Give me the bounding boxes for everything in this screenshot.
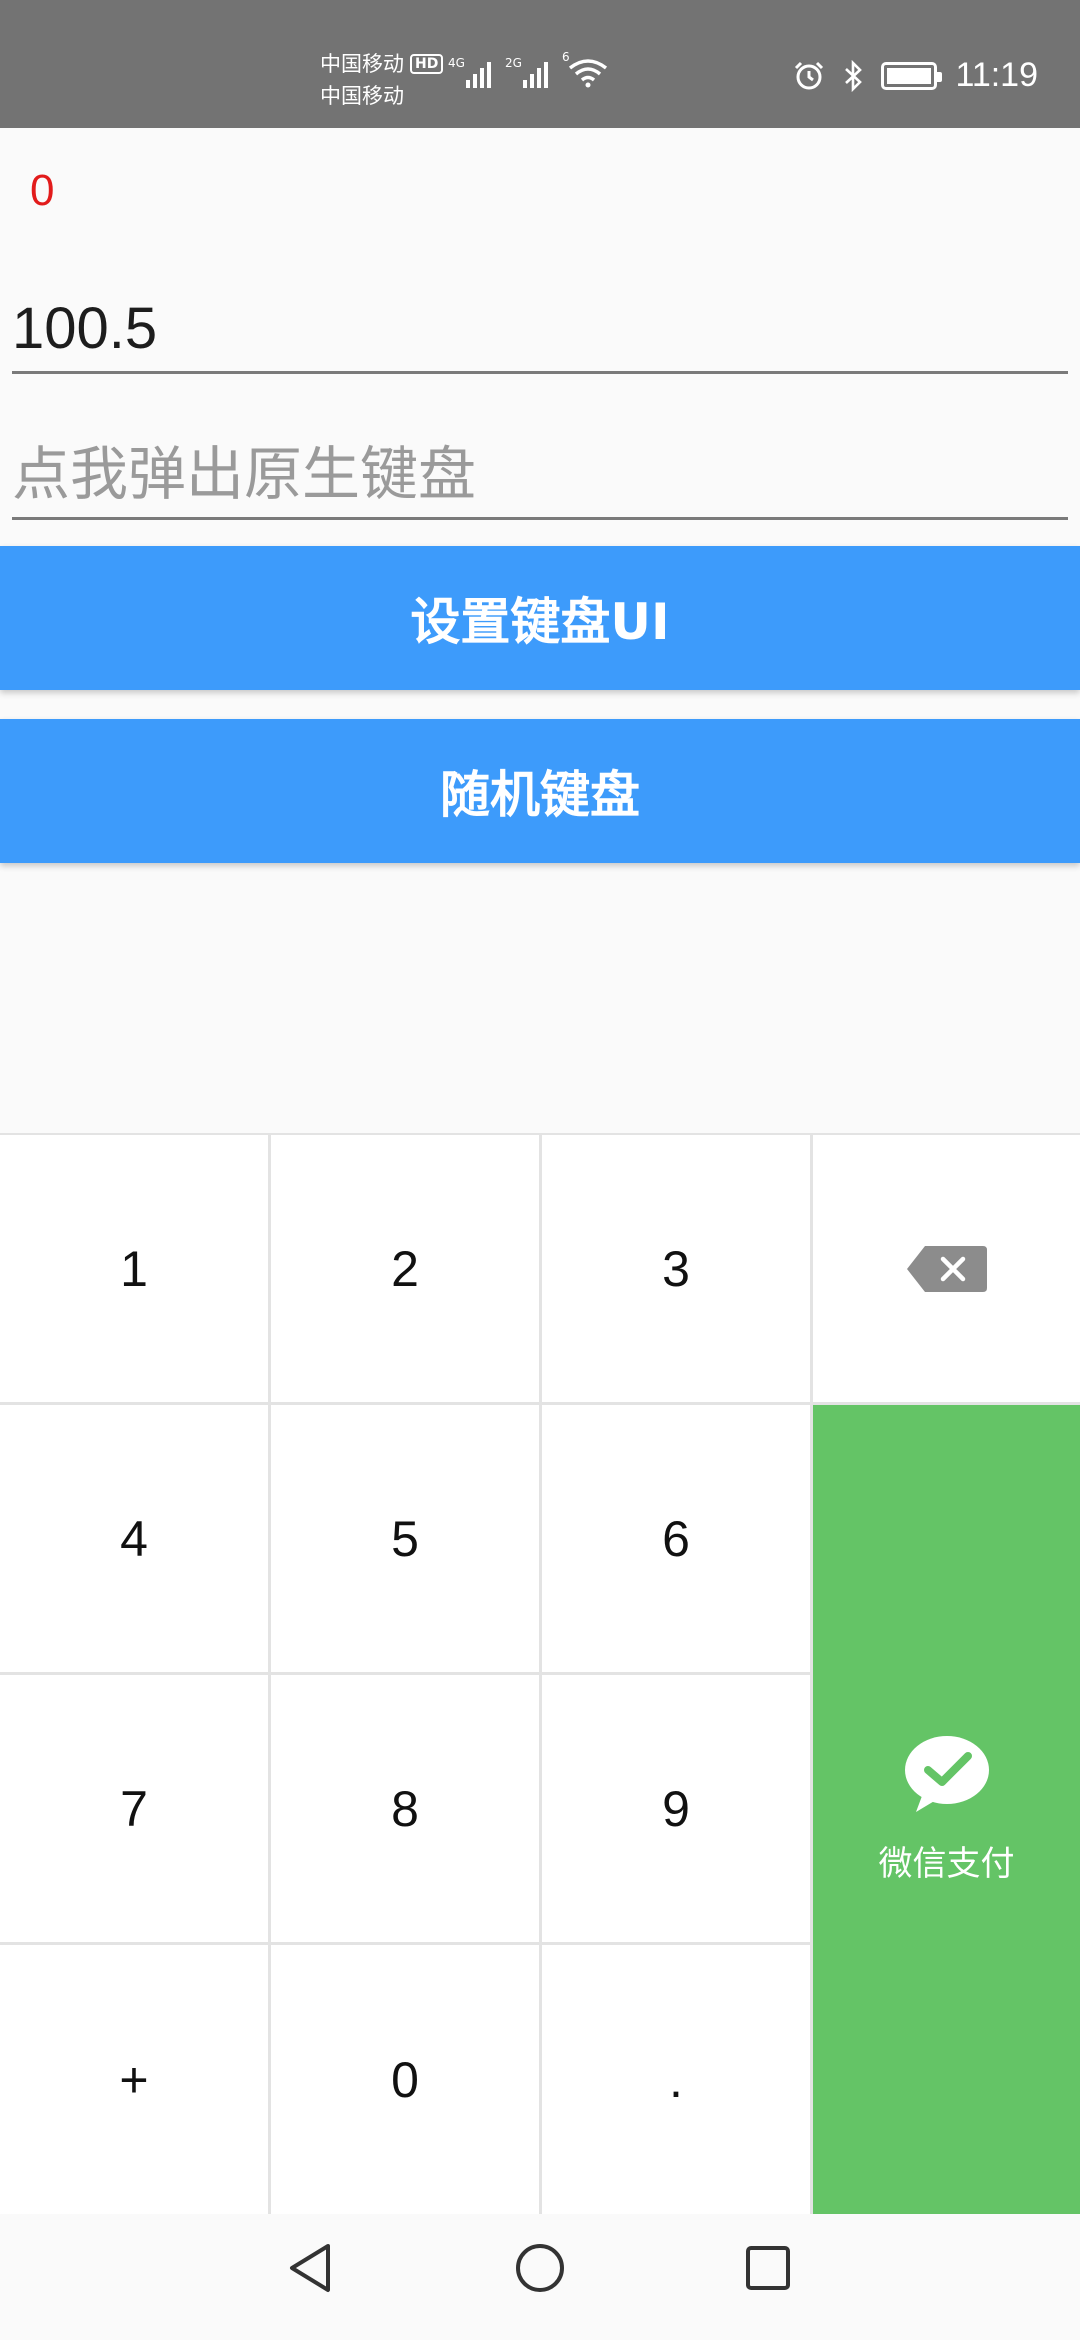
native-keyboard-input[interactable]	[12, 432, 1068, 517]
key-1[interactable]: 1	[0, 1135, 268, 1402]
wechat-pay-icon	[904, 1736, 989, 1812]
amount-field-container	[12, 286, 1068, 374]
network-type-2: 2G	[505, 56, 522, 70]
signal-icon-sim1: 4G	[448, 56, 491, 88]
bluetooth-icon	[845, 59, 863, 92]
hd-badge: HD	[410, 54, 444, 74]
wifi-icon: 6	[562, 50, 608, 88]
custom-keyboard: 1 2 3 4 5 6 7 8 9 + 0 . 微信支付	[0, 1133, 1080, 2214]
alarm-icon	[795, 61, 824, 89]
key-3[interactable]: 3	[542, 1135, 810, 1402]
navigation-bar	[0, 2214, 1080, 2340]
counter-text: 0	[30, 166, 55, 215]
key-7[interactable]: 7	[0, 1675, 268, 1942]
random-keyboard-button[interactable]: 随机键盘	[0, 719, 1080, 863]
status-time: 11:19	[955, 56, 1038, 94]
carrier-name-2: 中国移动	[320, 84, 404, 108]
key-2[interactable]: 2	[271, 1135, 539, 1402]
status-bar: 中国移动 HD 中国移动 4G 2G 6 11:19	[0, 0, 1080, 128]
key-4[interactable]: 4	[0, 1405, 268, 1672]
backspace-key[interactable]	[813, 1135, 1080, 1402]
key-5[interactable]: 5	[271, 1405, 539, 1672]
amount-input[interactable]	[12, 286, 1068, 371]
key-8[interactable]: 8	[271, 1675, 539, 1942]
native-keyboard-field-container	[12, 432, 1068, 520]
signal-icon-sim2: 2G	[505, 56, 548, 88]
battery-icon	[881, 61, 943, 90]
wechat-pay-label: 微信支付	[878, 1844, 1015, 1884]
set-keyboard-ui-button[interactable]: 设置键盘UI	[0, 546, 1080, 690]
key-dot[interactable]: .	[542, 1945, 810, 2214]
wechat-pay-key[interactable]: 微信支付	[813, 1405, 1080, 2214]
status-right: 11:19	[793, 56, 1038, 95]
backspace-icon	[906, 1245, 987, 1292]
key-plus[interactable]: +	[0, 1945, 268, 2214]
carrier-name-1: 中国移动	[320, 52, 404, 76]
back-icon[interactable]	[286, 2242, 334, 2294]
network-type-1: 4G	[448, 56, 465, 70]
key-9[interactable]: 9	[542, 1675, 810, 1942]
key-0[interactable]: 0	[271, 1945, 539, 2214]
home-icon[interactable]	[514, 2242, 566, 2294]
signal-indicators: 4G 2G 6	[448, 50, 608, 88]
recents-icon[interactable]	[744, 2242, 792, 2294]
key-6[interactable]: 6	[542, 1405, 810, 1672]
carrier-info: 中国移动 HD 中国移动	[320, 48, 444, 112]
